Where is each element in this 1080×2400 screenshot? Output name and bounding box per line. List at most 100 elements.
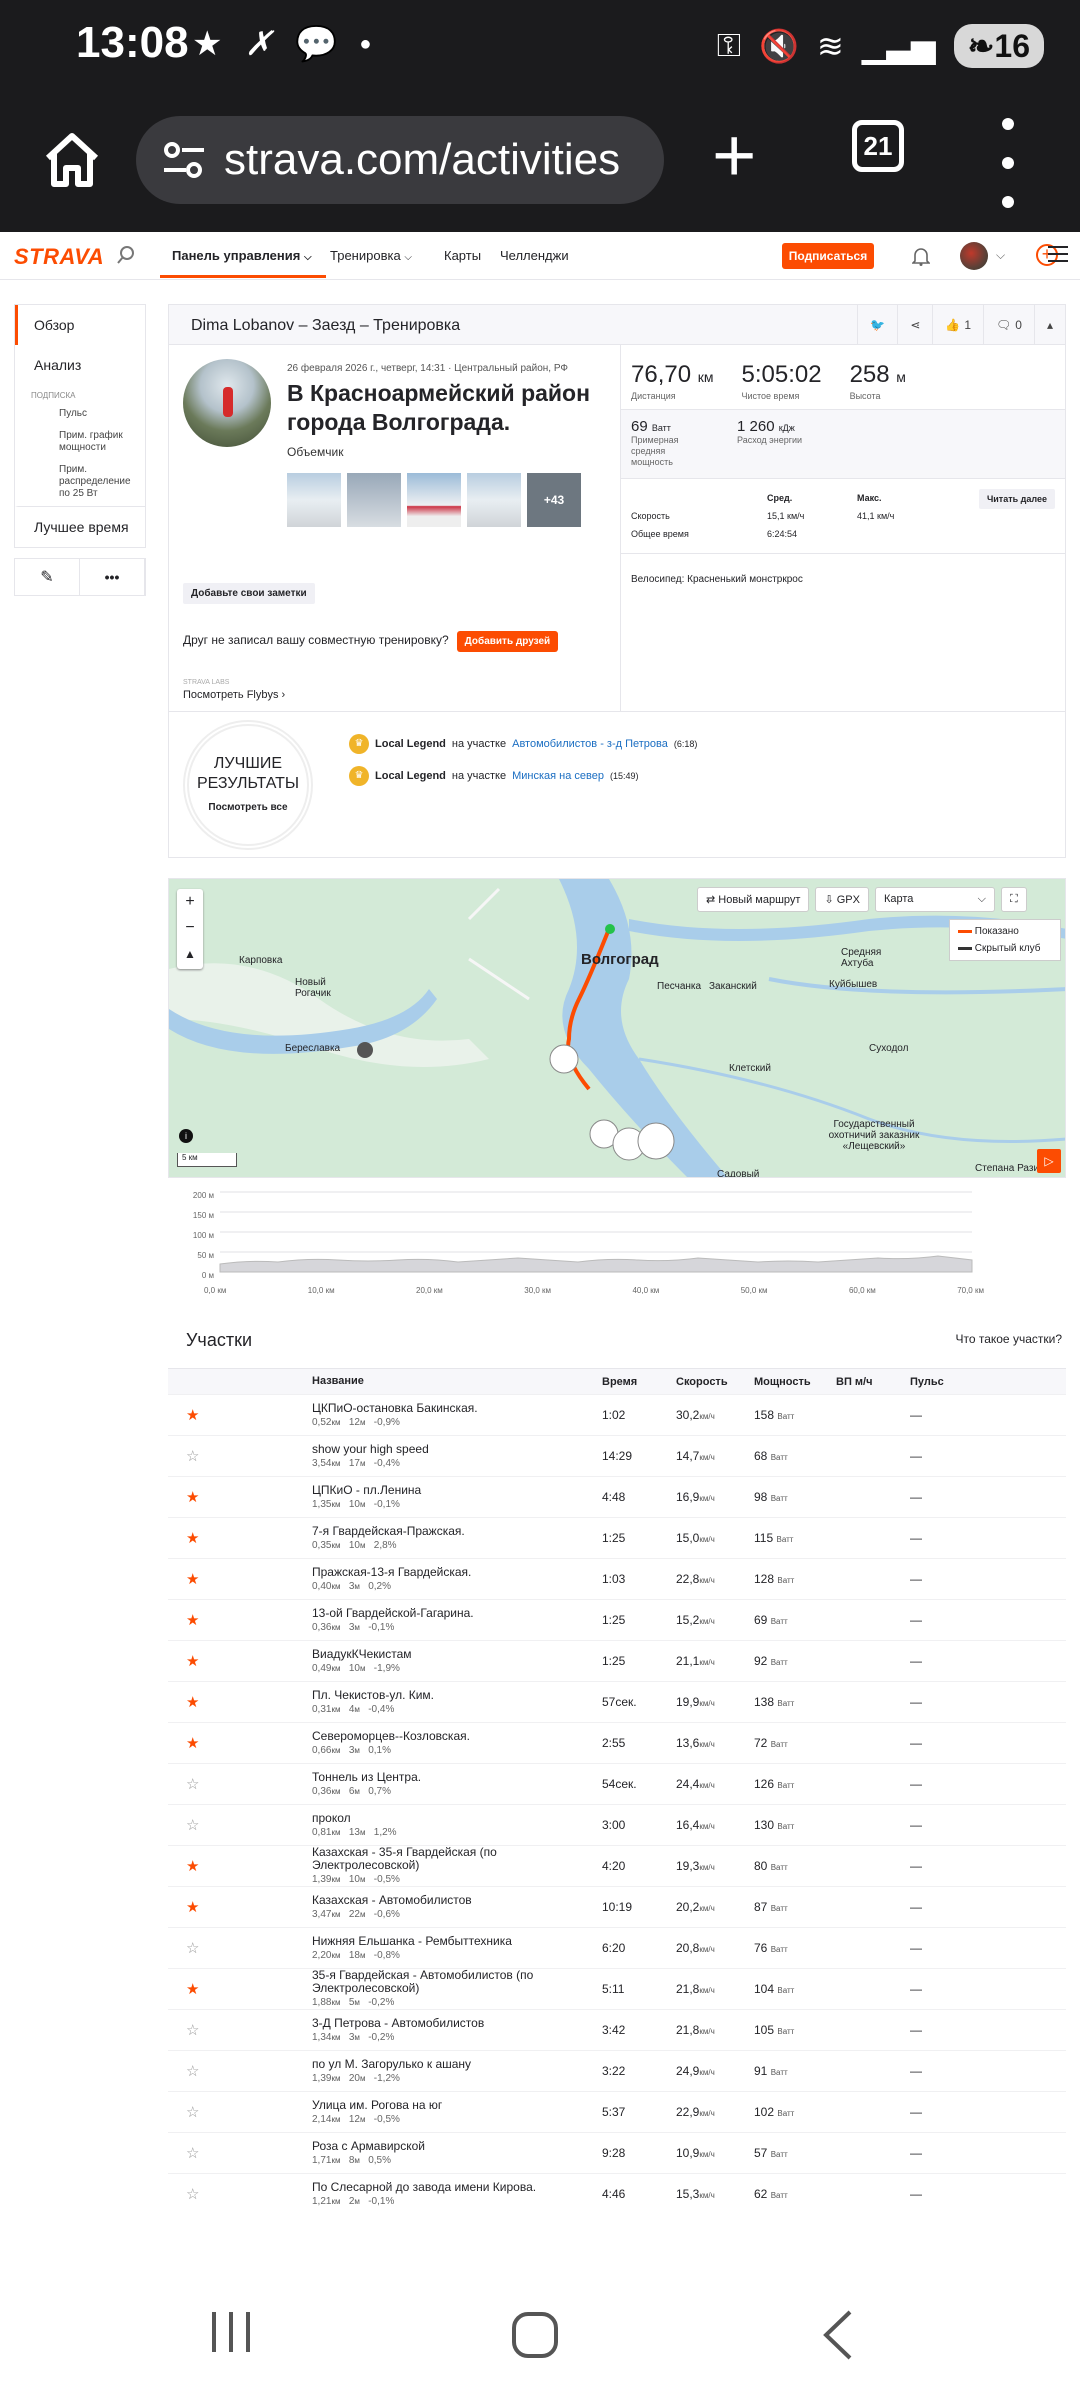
segment-row[interactable]: ☆ Улица им. Рогова на юг 2,14км 12м -0,5% 5… (168, 2091, 1066, 2132)
segment-link[interactable]: Минская на север (512, 770, 604, 782)
segment-row[interactable]: ☆ 3-Д Петрова - Автомобилистов 1,34км 3м -… (168, 2009, 1066, 2050)
more-options-icon[interactable]: ••• (80, 559, 145, 595)
segment-name-cell[interactable]: ЦКПиО-остановка Бакинская. 0,52км 12м -0,… (312, 1401, 602, 1429)
segment-name-cell[interactable]: 13-ой Гвардейской-Гагарина. 0,36км 3м -0,… (312, 1606, 602, 1634)
add-notes-button[interactable]: Добавьте свои заметки (183, 583, 315, 604)
route-map[interactable]: + − ▲ ⇄ Новый маршрут ⇩ GPX Карта ⌵ ⛶ Пок… (168, 878, 1066, 1178)
fullscreen-icon[interactable]: ⛶ (1000, 887, 1027, 912)
edit-pencil-icon[interactable]: ✎ (15, 559, 80, 595)
strava-logo[interactable]: STRAVA (14, 244, 104, 270)
twitter-share-icon[interactable]: 🐦 (857, 305, 897, 345)
starred-icon[interactable]: ★ (168, 1529, 312, 1547)
activity-photo[interactable] (287, 473, 341, 527)
segment-name-cell[interactable]: Роза с Армавирской 1,71км 8м 0,5% (312, 2139, 602, 2167)
activity-photo[interactable] (467, 473, 521, 527)
starred-icon[interactable]: ★ (168, 1570, 312, 1588)
athlete-avatar[interactable] (183, 359, 271, 447)
nav-dashboard[interactable]: Панель управления ⌵ (160, 248, 326, 278)
comments-button[interactable]: 🗨 0 (983, 305, 1034, 345)
back-icon[interactable] (820, 2310, 856, 2360)
flyby-link[interactable]: Посмотреть Flybys › (183, 689, 285, 701)
sidebar-item-power-distribution[interactable]: Прим. распределение по 25 Вт (15, 460, 145, 506)
sidebar-item-hr[interactable]: Пульс (15, 404, 145, 426)
segment-row[interactable]: ★ 13-ой Гвардейской-Гагарина. 0,36км 3м -0… (168, 1599, 1066, 1640)
segment-name-cell[interactable]: Североморцев--Козловская. 0,66км 3м 0,1% (312, 1729, 602, 1757)
segment-row[interactable]: ★ Казахская - Автомобилистов 3,47км 22м -0… (168, 1886, 1066, 1927)
zoom-in-button[interactable]: + (177, 889, 203, 915)
new-tab-button[interactable]: + (712, 118, 756, 194)
subscribe-button[interactable]: Подписаться (782, 243, 874, 269)
see-all-button[interactable]: Посмотреть все (189, 802, 307, 813)
new-route-button[interactable]: ⇄ Новый маршрут (697, 887, 810, 912)
segment-row[interactable]: ☆ Тоннель из Центра. 0,36км 6м 0,7% 54сек. 2… (168, 1763, 1066, 1804)
star-outline-icon[interactable]: ☆ (168, 2062, 312, 2080)
segment-row[interactable]: ☆ Нижняя Ельшанка - Рембыттехника 2,20км 1… (168, 1927, 1066, 1968)
segment-name-cell[interactable]: Пражская-13-я Гвардейская. 0,40км 3м 0,2% (312, 1565, 602, 1593)
segment-name-cell[interactable]: 35-я Гвардейская - Автомобилистов (по Эл… (312, 1969, 602, 2009)
star-outline-icon[interactable]: ☆ (168, 1447, 312, 1465)
sidebar-item-overview[interactable]: Обзор (15, 305, 145, 345)
segment-name-cell[interactable]: по ул М. Загорулько к ашану 1,39км 20м -1… (312, 2057, 602, 2085)
segment-row[interactable]: ☆ по ул М. Загорулько к ашану 1,39км 20м -… (168, 2050, 1066, 2091)
segment-name-cell[interactable]: ВиадукКЧекистам 0,49км 10м -1,9% (312, 1647, 602, 1675)
home-icon[interactable] (40, 128, 104, 192)
map-layer-select[interactable]: Карта ⌵ (874, 887, 995, 912)
segment-name-cell[interactable]: Тоннель из Центра. 0,36км 6м 0,7% (312, 1770, 602, 1798)
segment-row[interactable]: ★ Североморцев--Козловская. 0,66км 3м 0,1%… (168, 1722, 1066, 1763)
segment-link[interactable]: Автомобилистов - з-д Петрова (512, 738, 668, 750)
segment-name-cell[interactable]: Казахская - Автомобилистов 3,47км 22м -0,… (312, 1893, 602, 1921)
collapse-icon[interactable]: ▴ (1033, 305, 1065, 345)
starred-icon[interactable]: ★ (168, 1488, 312, 1506)
kudos-button[interactable]: 👍 1 (932, 305, 983, 345)
info-icon[interactable]: i (179, 1129, 193, 1143)
home-nav-icon[interactable] (510, 2310, 560, 2360)
more-photos-button[interactable]: +43 (527, 473, 581, 527)
starred-icon[interactable]: ★ (168, 1406, 312, 1424)
add-friends-button[interactable]: Добавить друзей (456, 631, 559, 652)
activity-photo[interactable] (347, 473, 401, 527)
segment-row[interactable]: ★ 35-я Гвардейская - Автомобилистов (по Э… (168, 1968, 1066, 2009)
segment-row[interactable]: ★ 7-я Гвардейская-Пражская. 0,35км 10м 2,8… (168, 1517, 1066, 1558)
segment-name-cell[interactable]: прокол 0,81км 13м 1,2% (312, 1811, 602, 1839)
activity-photo[interactable] (407, 473, 461, 527)
segment-name-cell[interactable]: Пл. Чекистов-ул. Ким. 0,31км 4м -0,4% (312, 1688, 602, 1716)
sidebar-item-analysis[interactable]: Анализ (15, 345, 145, 385)
segment-row[interactable]: ★ ЦКПиО-остановка Бакинская. 0,52км 12м -0… (168, 1394, 1066, 1435)
tab-switcher-button[interactable]: 21 (852, 120, 904, 172)
segment-row[interactable]: ★ Казахская - 35-я Гвардейская (по Электр… (168, 1845, 1066, 1886)
star-outline-icon[interactable]: ☆ (168, 1775, 312, 1793)
segment-name-cell[interactable]: 3-Д Петрова - Автомобилистов 1,34км 3м -0… (312, 2016, 602, 2044)
starred-icon[interactable]: ★ (168, 1898, 312, 1916)
sidebar-item-best-efforts[interactable]: Лучшее время (15, 506, 145, 547)
segment-name-cell[interactable]: Улица им. Рогова на юг 2,14км 12м -0,5% (312, 2098, 602, 2126)
nav-training[interactable]: Тренировка ⌵ (330, 248, 412, 263)
hamburger-menu-icon[interactable] (1048, 246, 1068, 267)
star-outline-icon[interactable]: ☆ (168, 2021, 312, 2039)
what-are-segments-link[interactable]: Что такое участки? (955, 1332, 1062, 1346)
read-more-button[interactable]: Читать далее (978, 489, 1055, 509)
segment-row[interactable]: ☆ По Слесарной до завода имени Кирова. 1,2… (168, 2173, 1066, 2214)
site-settings-icon[interactable] (162, 138, 206, 182)
segment-name-cell[interactable]: Нижняя Ельшанка - Рембыттехника 2,20км 18… (312, 1934, 602, 1962)
segment-row[interactable]: ★ Пражская-13-я Гвардейская. 0,40км 3м 0,2… (168, 1558, 1066, 1599)
starred-icon[interactable]: ★ (168, 1611, 312, 1629)
star-outline-icon[interactable]: ☆ (168, 2185, 312, 2203)
segment-row[interactable]: ★ Пл. Чекистов-ул. Ким. 0,31км 4м -0,4% 57с… (168, 1681, 1066, 1722)
url-field[interactable]: strava.com/activities (136, 116, 664, 204)
star-outline-icon[interactable]: ☆ (168, 1939, 312, 1957)
gpx-download-button[interactable]: ⇩ GPX (815, 887, 869, 912)
bell-icon[interactable] (912, 246, 930, 266)
nav-maps[interactable]: Карты (444, 248, 481, 263)
segment-row[interactable]: ☆ show your high speed 3,54км 17м -0,4% 14:… (168, 1435, 1066, 1476)
segment-name-cell[interactable]: show your high speed 3,54км 17м -0,4% (312, 1442, 602, 1470)
star-outline-icon[interactable]: ☆ (168, 2144, 312, 2162)
compass-button[interactable]: ▲ (177, 941, 203, 967)
segment-row[interactable]: ☆ прокол 0,81км 13м 1,2% 3:00 16,4км/ч 130 Ва… (168, 1804, 1066, 1845)
segment-name-cell[interactable]: По Слесарной до завода имени Кирова. 1,21… (312, 2180, 602, 2208)
nav-challenges[interactable]: Челленджи (500, 248, 569, 263)
segment-name-cell[interactable]: 7-я Гвардейская-Пражская. 0,35км 10м 2,8% (312, 1524, 602, 1552)
browser-menu-button[interactable] (1000, 118, 1016, 208)
starred-icon[interactable]: ★ (168, 1857, 312, 1875)
search-icon[interactable] (116, 245, 136, 265)
sidebar-item-power-curve[interactable]: Прим. график мощности (15, 426, 145, 460)
